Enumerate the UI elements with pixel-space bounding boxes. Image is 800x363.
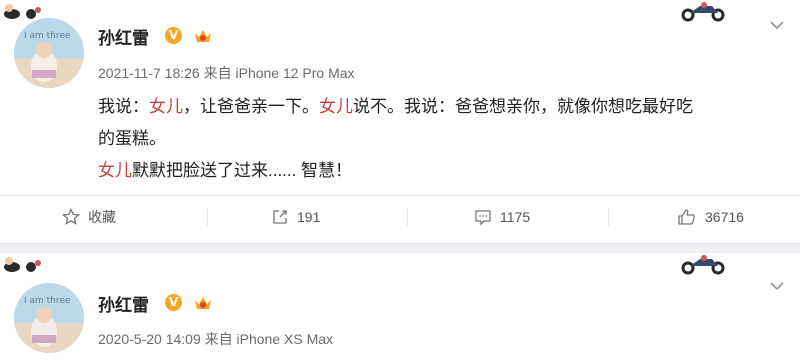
favorite-label: 收藏 <box>88 209 116 225</box>
divider <box>207 208 208 226</box>
crown-icon <box>195 30 211 42</box>
text-segment: 说不。我说：爸爸想亲你，就像你想吃最好吃 <box>353 97 693 116</box>
like-count: 36716 <box>705 209 744 225</box>
like-button[interactable]: 36716 <box>677 196 744 238</box>
chevron-down-icon[interactable] <box>768 16 786 34</box>
svg-text:I am three: I am three <box>24 31 71 41</box>
post-content-line-1: 我说：女儿，让爸爸亲一下。女儿说不。我说：爸爸想亲你，就像你想吃最好吃 <box>98 92 693 117</box>
divider <box>608 208 609 226</box>
avatar[interactable]: I am three <box>14 283 84 353</box>
post-meta: 2021-11-7 18:26 来自 iPhone 12 Pro Max <box>98 65 355 81</box>
divider <box>407 208 408 226</box>
star-icon <box>62 208 80 225</box>
cartoon-decoration-icon <box>4 257 41 272</box>
post-meta: 2020-5-20 14:09 来自 iPhone XS Max <box>98 331 334 347</box>
motorbike-decoration-icon <box>681 2 725 22</box>
repost-icon <box>273 210 287 224</box>
favorite-button[interactable]: 收藏 <box>62 196 116 238</box>
text-segment: ，让爸爸亲一下。 <box>183 97 319 116</box>
verified-v-icon: V <box>165 27 182 44</box>
comment-button[interactable]: 1175 <box>474 196 530 238</box>
comment-icon <box>475 210 491 226</box>
repost-button[interactable]: 191 <box>271 196 320 238</box>
repost-count: 191 <box>297 209 321 225</box>
highlight-keyword[interactable]: 女儿 <box>149 97 183 116</box>
avatar[interactable]: I am three <box>14 18 84 88</box>
highlight-keyword[interactable]: 女儿 <box>98 161 132 180</box>
post-content-line-3: 女儿默默把脸送了过来...... 智慧！ <box>98 156 352 181</box>
action-bar: 收藏 191 1175 36716 <box>0 195 800 238</box>
thumbs-up-icon <box>678 209 695 225</box>
weibo-post-2: I am three 孙红雷 V 2020-5-20 14:09 来自 iPho… <box>0 253 800 363</box>
chevron-down-icon[interactable] <box>768 277 786 295</box>
text-segment: 默默把脸送了过来...... 智慧！ <box>132 161 353 180</box>
motorbike-decoration-icon <box>681 255 725 275</box>
comment-count: 1175 <box>500 209 531 225</box>
author-name[interactable]: 孙红雷 <box>98 291 149 316</box>
svg-text:I am three: I am three <box>24 296 71 306</box>
text-segment: 我说： <box>98 97 149 116</box>
post-content-line-2: 的蛋糕。 <box>98 129 166 148</box>
author-name[interactable]: 孙红雷 <box>98 24 149 49</box>
crown-icon <box>195 297 211 309</box>
verified-v-icon: V <box>165 294 182 311</box>
highlight-keyword[interactable]: 女儿 <box>319 97 353 116</box>
weibo-post-1: I am three 孙红雷 V 2021-11-7 18:26 来自 iPho… <box>0 0 800 244</box>
